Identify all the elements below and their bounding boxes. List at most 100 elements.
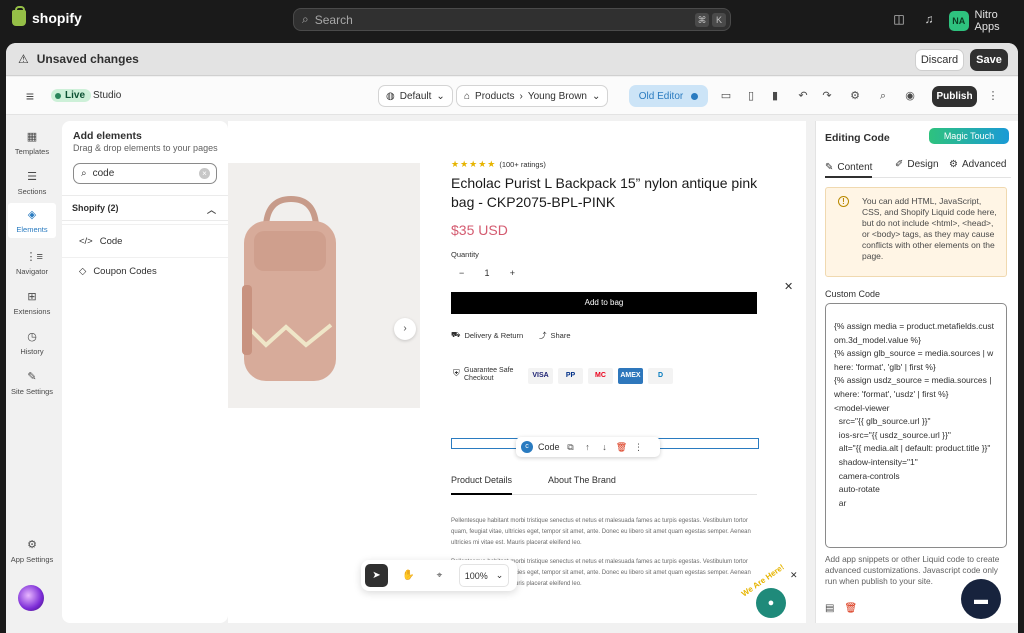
more-menu-icon[interactable]: ⋮ (984, 87, 1002, 105)
more-icon[interactable]: ⋮ (633, 442, 645, 453)
tab-label: Advanced (961, 159, 1007, 170)
help-widget[interactable]: We Are Here! ● ✕ (738, 563, 800, 622)
settings-panel: Editing Code Magic Touch ✎ Content ✐ Des… (815, 121, 1018, 623)
undo-icon[interactable]: ↶ (794, 87, 812, 105)
shopify-group-header[interactable]: Shopify (2) ︿ (62, 195, 228, 221)
user-menu[interactable]: NA Nitro Apps (949, 9, 1024, 33)
delivery-label: Delivery & Return (464, 330, 524, 340)
tablet-view-icon[interactable]: ▯ (742, 87, 760, 105)
clear-search-icon[interactable]: × (199, 168, 210, 179)
truck-icon: ⛟ (451, 330, 461, 339)
delete-icon[interactable]: 🗑 (844, 603, 857, 614)
custom-code-editor[interactable]: {% assign media = product.metafields.cus… (825, 303, 1007, 548)
delete-icon[interactable]: 🗑 (616, 442, 628, 453)
page-canvas[interactable]: › ★★★★★ (100+ ratings) Echolac Purist L B… (228, 121, 806, 623)
chevron-down-icon: ⌄ (495, 570, 504, 580)
product-description: Pellentesque habitant morbi tristique se… (451, 518, 751, 546)
add-to-bag-button[interactable]: Add to bag (451, 292, 757, 314)
studio-label[interactable]: Studio (93, 90, 121, 101)
canvas-controls: ➤ ✋ ⌖ 100% ⌄ (361, 560, 517, 591)
fit-screen-icon[interactable]: ⌖ (428, 564, 451, 587)
page-breadcrumb[interactable]: ⌂ Products › Young Brown ⌄ (456, 85, 609, 107)
share-link[interactable]: ⤴ Share (539, 330, 571, 341)
chat-bubble-icon: ● (756, 588, 786, 618)
rail-item-sections[interactable]: ☰ Sections (8, 171, 56, 196)
element-label: Code (99, 235, 123, 247)
rail-item-navigator[interactable]: ⋮≡ Navigator (8, 251, 56, 276)
product-tabs: Product Details About The Brand (451, 475, 757, 495)
global-search-input[interactable]: ⌕ Search ⌘ K (293, 8, 731, 31)
settings-sliders-icon[interactable]: ⚙ (846, 87, 864, 105)
code-icon: </> (79, 235, 93, 247)
search-placeholder: Search (314, 12, 353, 27)
assistant-avatar[interactable] (18, 585, 44, 611)
hand-tool-icon[interactable]: ✋ (397, 564, 420, 587)
sections-icon: ☰ (27, 171, 37, 183)
close-icon[interactable]: ✕ (784, 280, 793, 293)
duplicate-icon[interactable]: ⧉ (565, 442, 577, 453)
mobile-view-icon[interactable]: ▮ (766, 87, 784, 105)
element-label: Coupon Codes (93, 265, 157, 277)
visa-icon: VISA (528, 368, 553, 384)
save-button[interactable]: Save (970, 49, 1008, 71)
document-icon[interactable]: ▤ (825, 603, 834, 614)
quantity-value: 1 (484, 268, 490, 278)
tab-content[interactable]: ✎ Content (825, 159, 873, 178)
language-select[interactable]: ◍ Default ⌄ (378, 85, 453, 107)
product-image[interactable]: › (228, 163, 420, 408)
tab-label: Content (837, 162, 873, 173)
hamburger-menu-icon[interactable]: ≡ (21, 87, 39, 105)
tab-about-brand[interactable]: About The Brand (548, 475, 616, 495)
avatar: NA (949, 11, 969, 31)
app-frame: ⚠ Unsaved changes Discard Save ≡ Live St… (6, 43, 1018, 633)
move-up-icon[interactable]: ↑ (582, 442, 594, 452)
guarantee-safe-checkout: ⛨ Guarantee Safe Checkout (453, 367, 523, 383)
bell-icon[interactable]: ♫ (922, 12, 936, 26)
rail-label: Templates (14, 147, 50, 156)
live-badge: Live (51, 89, 92, 102)
move-down-icon[interactable]: ↓ (599, 442, 611, 452)
old-editor-toggle[interactable]: Old Editor (629, 85, 708, 107)
shopify-logo[interactable]: shopify (12, 6, 82, 26)
chat-launcher-icon[interactable]: ▬ (961, 579, 1001, 619)
chevron-right-icon: › (519, 90, 523, 102)
zoom-select[interactable]: 100% ⌄ (459, 564, 509, 587)
rail-item-templates[interactable]: ▦ Templates (8, 131, 56, 156)
next-image-chevron-icon[interactable]: › (394, 318, 416, 340)
rail-item-history[interactable]: ◷ History (8, 331, 56, 356)
templates-icon: ▦ (26, 131, 38, 143)
publish-button[interactable]: Publish (932, 86, 977, 107)
element-item-code[interactable]: </> Code (62, 225, 228, 257)
quantity-minus-button[interactable]: − (459, 268, 464, 278)
close-icon[interactable]: ✕ (790, 570, 798, 581)
tab-product-details[interactable]: Product Details (451, 475, 513, 495)
desktop-view-icon[interactable]: ▭ (717, 87, 735, 105)
inspect-icon[interactable]: ⌕ (874, 87, 892, 105)
settings-footer: ▤ 🗑 (825, 603, 857, 614)
delivery-return-link[interactable]: ⛟ Delivery & Return (451, 330, 523, 340)
rail-item-app-settings[interactable]: ⚙ App Settings (8, 539, 56, 564)
tab-design[interactable]: ✐ Design (895, 159, 939, 170)
panel-title: Add elements (73, 130, 142, 142)
element-item-coupon-codes[interactable]: ◇ Coupon Codes (62, 255, 228, 287)
quantity-plus-button[interactable]: + (510, 268, 515, 278)
rail-item-elements[interactable]: ◈ Elements (8, 203, 56, 238)
element-search-input[interactable]: ⌕ code × (73, 163, 217, 184)
rating-count: (100+ ratings) (499, 160, 546, 169)
rail-item-extensions[interactable]: ⊞ Extensions (8, 291, 56, 316)
store-icon[interactable]: ◫ (892, 12, 906, 26)
pointer-tool-icon[interactable]: ➤ (365, 564, 388, 587)
group-label: Shopify (2) (72, 203, 119, 213)
rail-item-site-settings[interactable]: ✎ Site Settings (8, 371, 56, 396)
tag-icon: ◇ (79, 265, 87, 277)
quantity-stepper[interactable]: − 1 + (451, 263, 523, 283)
magic-touch-button[interactable]: Magic Touch (929, 128, 1009, 144)
discard-button[interactable]: Discard (915, 49, 964, 71)
toggle-dot-icon (691, 92, 699, 100)
product-title: Echolac Purist L Backpack 15” nylon anti… (451, 175, 758, 210)
language-value: Default (399, 90, 432, 102)
redo-icon[interactable]: ↷ (818, 87, 836, 105)
breadcrumb-section: Products (475, 90, 515, 102)
tab-advanced[interactable]: ⚙ Advanced (949, 159, 1006, 170)
preview-eye-icon[interactable]: ◉ (901, 87, 919, 105)
